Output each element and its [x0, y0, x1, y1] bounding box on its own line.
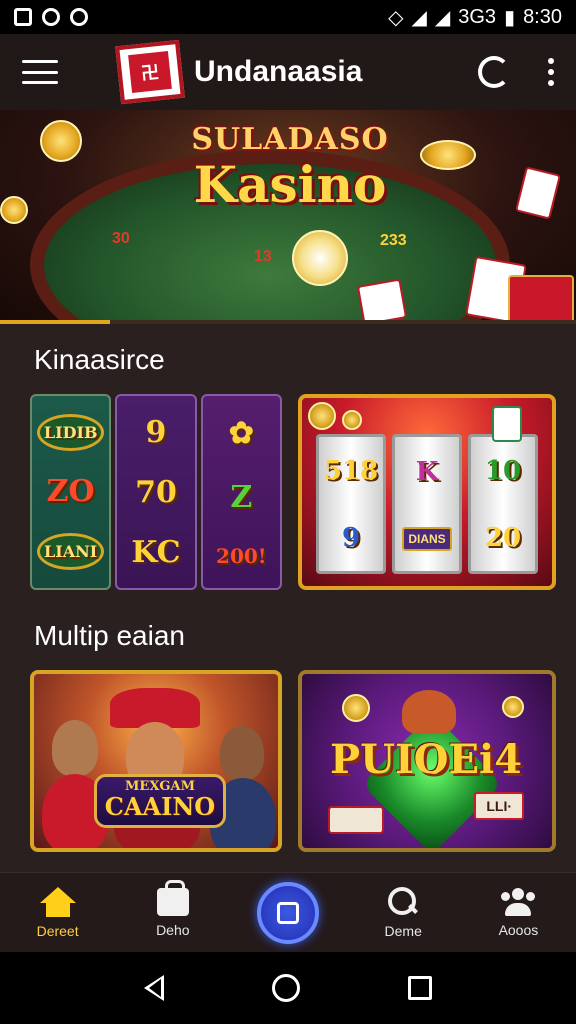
menu-icon[interactable]: [22, 60, 58, 84]
sync-icon: [70, 8, 88, 26]
status-bar: ◇ ◢ ◢ 3G3 ▮ 8:30: [0, 0, 576, 34]
bag-icon: [156, 879, 189, 916]
reel-column: 9 70 KC: [115, 394, 197, 590]
signal-icon: ◢: [411, 6, 427, 29]
wifi-icon: ◇: [388, 6, 404, 29]
nav-search[interactable]: Deme: [346, 886, 461, 939]
back-icon[interactable]: [144, 975, 164, 1001]
game-tag: LLI·: [474, 792, 524, 820]
game-title: PUIOEi4: [330, 736, 523, 783]
game-card-slot-machine[interactable]: 518 9 K DIANS 10 20: [298, 394, 556, 590]
table-number: 13: [254, 248, 272, 265]
gold-coin: [502, 696, 524, 718]
playing-card: [328, 806, 384, 834]
slot-symbol: Z: [230, 479, 253, 515]
home-icon: [39, 886, 76, 917]
nav-deho[interactable]: Deho: [115, 879, 230, 938]
center-action-button[interactable]: [257, 881, 319, 944]
section-title: Kinaasirce: [34, 344, 165, 375]
people-icon: [501, 887, 536, 916]
recent-apps-icon[interactable]: [408, 976, 432, 1000]
game-banner: MEXGAM CAAINO: [94, 774, 226, 828]
playing-card: [514, 166, 562, 220]
section-title: Multip eaian: [34, 620, 185, 651]
slot-symbol: LIDIB: [36, 413, 105, 451]
game-card-fox-gem[interactable]: PUIOEi4 LLI·: [298, 670, 556, 852]
carousel-indicator: [0, 320, 576, 324]
slot-symbol: K: [415, 457, 439, 487]
app-title: Undanaasia: [194, 55, 363, 88]
banner-title: CAAINO: [104, 792, 216, 821]
character: [52, 720, 98, 776]
slot-symbol: 200!: [216, 543, 267, 568]
reel: K DIANS: [392, 434, 462, 574]
playing-card: [492, 406, 522, 442]
clock: 8:30: [523, 5, 562, 28]
lotus-icon: ✿: [228, 416, 254, 452]
more-options-icon[interactable]: [548, 58, 554, 86]
reel-column: ✿ Z 200!: [200, 394, 282, 590]
app-screen: ◇ ◢ ◢ 3G3 ▮ 8:30 卍 Undanaasia SULADASO K…: [0, 0, 576, 1024]
slot-symbol: LIANI: [37, 533, 105, 571]
nav-label: Aooos: [498, 921, 539, 938]
center-icon: [277, 901, 299, 924]
hero-title-line1: SULADASO: [191, 122, 389, 157]
slot-symbol: 10: [484, 455, 522, 486]
slot-symbol: 70: [135, 474, 177, 510]
nav-home[interactable]: Dereet: [0, 886, 115, 939]
slot-symbol: 20: [484, 522, 522, 553]
table-number: 30: [112, 230, 130, 247]
slot-symbol: 9: [145, 414, 167, 450]
gold-coin: [40, 120, 82, 162]
slot-symbol: DIANS: [402, 527, 452, 551]
reel: 518 9: [316, 434, 386, 574]
home-circle-icon[interactable]: [272, 974, 300, 1002]
app-logo: 卍: [115, 39, 185, 105]
notification-icon: [14, 8, 32, 26]
search-icon: [388, 886, 418, 917]
gold-coin: [308, 402, 336, 430]
nav-label: Deme: [384, 922, 422, 939]
message-icon: [42, 8, 60, 26]
poker-chip: [292, 230, 348, 286]
game-card-slots-left[interactable]: LIDIB ZO LIANI 9 70 KC ✿ Z 200!: [30, 394, 282, 590]
app-bar: 卍 Undanaasia: [0, 34, 576, 110]
fox-icon: [402, 690, 456, 734]
network-text: 3G3: [458, 5, 497, 28]
hero-banner[interactable]: SULADASO Kasino 30 13 233: [0, 110, 576, 324]
nav-label: Dereet: [36, 922, 79, 939]
refresh-icon[interactable]: [478, 56, 510, 88]
table-number: 233: [380, 232, 407, 249]
nav-accounts[interactable]: Aooos: [461, 887, 576, 938]
game-row-1: LIDIB ZO LIANI 9 70 KC ✿ Z 200! 518 9 K …: [30, 394, 556, 590]
hero-title-line2: Kasino: [193, 155, 387, 214]
character: [220, 726, 264, 780]
battery-icon: ▮: [504, 6, 516, 29]
slot-symbol: KC: [131, 534, 181, 570]
gold-coin: [342, 410, 362, 430]
playing-card: [356, 278, 408, 324]
hero-title: SULADASO Kasino: [170, 122, 410, 214]
system-navigation-bar: [0, 952, 576, 1024]
gold-coin: [0, 196, 28, 224]
reel: 10 20: [468, 434, 538, 574]
game-row-2: MEXGAM CAAINO PUIOEi4 LLI·: [30, 670, 556, 852]
nav-label: Deho: [156, 921, 190, 938]
gold-coin: [420, 140, 476, 170]
slot-symbol: 518: [323, 455, 379, 486]
signal-icon-2: ◢: [434, 6, 451, 29]
game-card-mexican-casino[interactable]: MEXGAM CAAINO: [30, 670, 282, 852]
gold-coin: [342, 694, 370, 722]
nav-center-action[interactable]: [230, 881, 345, 944]
bottom-navigation: Dereet Deho Deme Aooos: [0, 872, 576, 952]
reel-column: LIDIB ZO LIANI: [30, 394, 112, 590]
dice-box: [508, 275, 574, 324]
slot-symbol: ZO: [46, 474, 95, 510]
slot-symbol: 9: [341, 522, 361, 553]
